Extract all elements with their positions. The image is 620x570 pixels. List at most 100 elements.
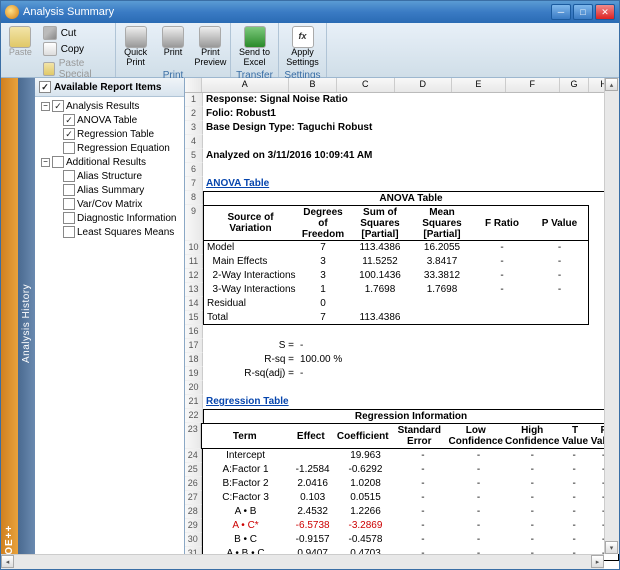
close-button[interactable]: ✕ (595, 4, 615, 20)
anova-cell: Model (203, 241, 297, 255)
collapse-icon[interactable]: − (41, 102, 50, 111)
reg-cell: 1.2266 (337, 505, 394, 519)
maximize-button[interactable]: □ (573, 4, 593, 20)
reg-cell: -6.5738 (289, 519, 337, 533)
apply-settings-button[interactable]: fxApply Settings (281, 25, 324, 69)
window-title: Analysis Summary (23, 6, 551, 18)
tree-node-lsm[interactable]: Least Squares Means (37, 225, 182, 239)
row-header[interactable]: 2 (185, 107, 203, 121)
tree-node-additional-results[interactable]: −Additional Results (37, 155, 182, 169)
row-header[interactable]: 21 (185, 395, 203, 409)
scroll-up-icon[interactable]: ▴ (605, 78, 618, 91)
reg-hdr-lc: Low Confidence (448, 423, 504, 449)
col-header-D[interactable]: D (395, 78, 452, 92)
col-header-B[interactable]: B (289, 78, 337, 92)
col-header-E[interactable]: E (452, 78, 506, 92)
row-header[interactable]: 25 (185, 463, 202, 477)
regression-table-link[interactable]: Regression Table (203, 395, 292, 409)
sidebar: ✓ Available Report Items −✓Analysis Resu… (35, 78, 185, 569)
row-header[interactable]: 4 (185, 135, 203, 149)
anova-cell: 113.4386 (349, 311, 411, 325)
col-header-F[interactable]: F (506, 78, 560, 92)
row-header[interactable]: 15 (185, 311, 203, 325)
analysis-history-bar[interactable]: Analysis History (18, 78, 35, 569)
row-header[interactable]: 24 (185, 449, 202, 463)
scroll-right-icon[interactable]: ▸ (591, 555, 604, 568)
row-header[interactable]: 9 (185, 205, 203, 241)
row-header[interactable]: 17 (185, 339, 203, 353)
tree-node-regression-equation[interactable]: Regression Equation (37, 141, 182, 155)
minimize-button[interactable]: ─ (551, 4, 571, 20)
quick-print-button[interactable]: Quick Print (118, 25, 153, 69)
row-header[interactable]: 1 (185, 93, 203, 107)
row-header[interactable]: 22 (185, 409, 203, 423)
row-header[interactable]: 26 (185, 477, 202, 491)
reg-cell: A • B (202, 505, 289, 519)
tree-node-varcov-matrix[interactable]: Var/Cov Matrix (37, 197, 182, 211)
anova-cell: 1.7698 (411, 283, 473, 297)
row-header[interactable]: 11 (185, 255, 203, 269)
reg-cell: 19.963 (337, 449, 394, 463)
content-area: DOE++ Analysis History ✓ Available Repor… (1, 78, 619, 569)
tree-node-anova-table[interactable]: ✓ANOVA Table (37, 113, 182, 127)
anova-cell: - (531, 269, 589, 283)
row-header[interactable]: 12 (185, 269, 203, 283)
reg-hdr-term: Term (201, 423, 287, 449)
anova-cell: 3.8417 (411, 255, 473, 269)
row-header[interactable]: 14 (185, 297, 203, 311)
paste-button[interactable]: Paste (3, 25, 38, 59)
row-header[interactable]: 7 (185, 177, 203, 191)
row-header[interactable]: 3 (185, 121, 203, 135)
anova-cell (531, 311, 589, 325)
tree-node-regression-table[interactable]: ✓Regression Table (37, 127, 182, 141)
anova-cell: 100.1436 (349, 269, 411, 283)
col-header-C[interactable]: C (337, 78, 394, 92)
print-button[interactable]: Print (155, 25, 190, 59)
print-preview-button[interactable]: Print Preview (193, 25, 228, 69)
anova-cell (411, 311, 473, 325)
row-header[interactable]: 6 (185, 163, 203, 177)
row-header[interactable]: 8 (185, 191, 203, 205)
send-to-excel-button[interactable]: Send to Excel (233, 25, 276, 69)
row-header[interactable]: 5 (185, 149, 203, 163)
reg-hdr-hc: High Confidence (504, 423, 560, 449)
collapse-icon[interactable]: − (41, 158, 50, 167)
spreadsheet: A B C D E F G H 1Response: Signal Noise … (185, 78, 619, 569)
tree-node-alias-summary[interactable]: Alias Summary (37, 183, 182, 197)
tree-node-alias-structure[interactable]: Alias Structure (37, 169, 182, 183)
row-header[interactable]: 29 (185, 519, 202, 533)
row-header[interactable]: 20 (185, 381, 203, 395)
row-header[interactable]: 27 (185, 491, 202, 505)
row-header[interactable]: 18 (185, 353, 203, 367)
col-header-A[interactable]: A (202, 78, 289, 92)
row-header[interactable]: 30 (185, 533, 202, 547)
cut-button[interactable]: Cut (40, 25, 113, 41)
row-header[interactable]: 23 (185, 423, 201, 449)
scroll-down-icon[interactable]: ▾ (605, 541, 618, 554)
row-header[interactable]: 19 (185, 367, 203, 381)
horizontal-scrollbar[interactable]: ◂ ▸ (185, 554, 604, 569)
anova-table-link[interactable]: ANOVA Table (203, 177, 272, 191)
anova-hdr-ss: Sum of Squares [Partial] (349, 205, 411, 241)
anova-cell: - (531, 283, 589, 297)
vertical-scrollbar[interactable]: ▴ ▾ (604, 78, 619, 554)
reg-cell: Intercept (202, 449, 289, 463)
checkbox-icon[interactable]: ✓ (39, 81, 51, 93)
copy-button[interactable]: Copy (40, 41, 113, 57)
corner-cell[interactable] (185, 78, 202, 92)
tree-node-diagnostic-info[interactable]: Diagnostic Information (37, 211, 182, 225)
row-header[interactable]: 13 (185, 283, 203, 297)
anova-cell: 1 (297, 283, 349, 297)
doe-vertical-bar[interactable]: DOE++ (1, 78, 18, 569)
sheet-rows[interactable]: 1Response: Signal Noise Ratio 2Folio: Ro… (185, 93, 619, 569)
anova-cell (473, 297, 531, 311)
stat-value: - (297, 339, 306, 353)
col-header-G[interactable]: G (560, 78, 590, 92)
tree-node-analysis-results[interactable]: −✓Analysis Results (37, 99, 182, 113)
row-header[interactable]: 10 (185, 241, 203, 255)
reg-cell: 1.0208 (337, 477, 394, 491)
row-header[interactable]: 28 (185, 505, 202, 519)
row-header[interactable]: 16 (185, 325, 203, 339)
reg-cell: B:Factor 2 (202, 477, 289, 491)
anova-cell: 7 (297, 241, 349, 255)
